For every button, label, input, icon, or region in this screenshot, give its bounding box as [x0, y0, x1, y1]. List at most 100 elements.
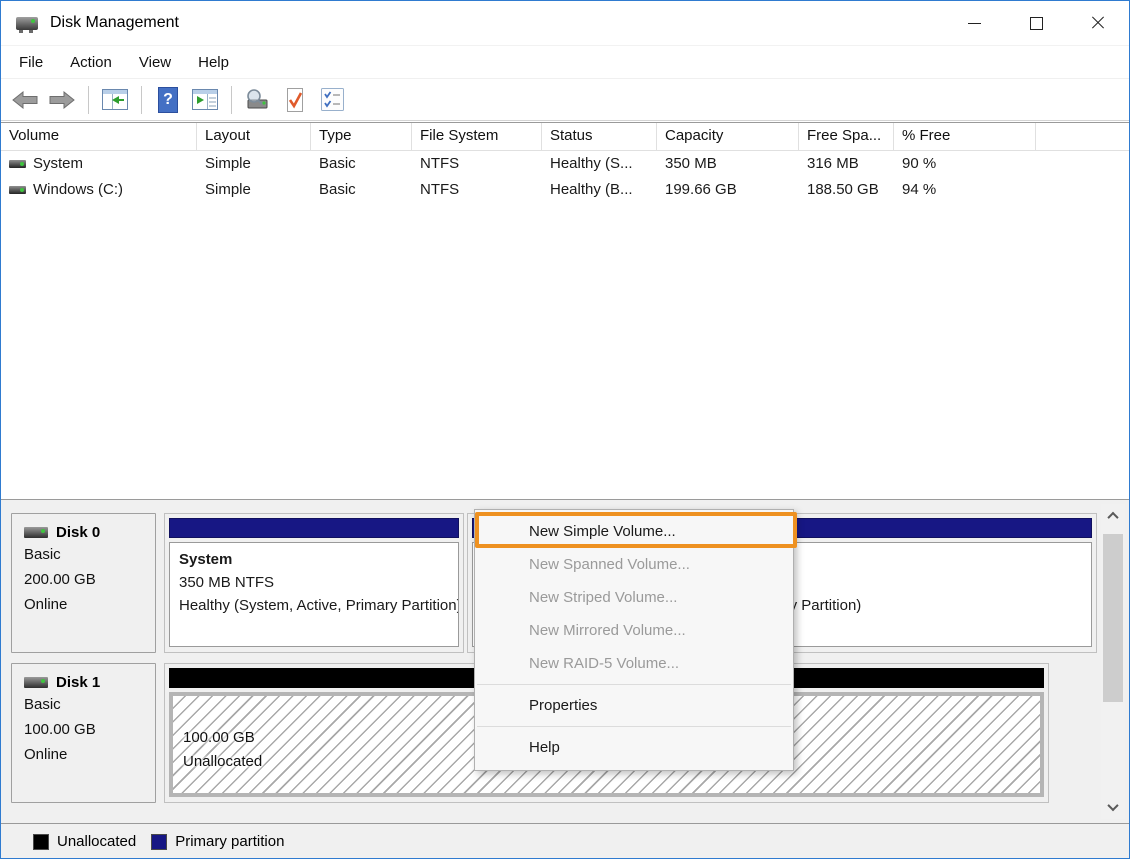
toolbar: ?	[1, 79, 1129, 121]
volume-table-header: Volume Layout Type File System Status Ca…	[1, 123, 1130, 151]
disk1-status: Online	[24, 744, 155, 766]
refresh-disk-icon[interactable]	[244, 86, 272, 114]
pctfree-cell: 94 %	[894, 177, 1036, 203]
chevron-down-icon	[1107, 800, 1118, 811]
column-header-capacity[interactable]: Capacity	[657, 123, 799, 150]
show-action-pane-icon[interactable]	[191, 86, 219, 114]
menu-bar: File Action View Help	[1, 46, 1129, 79]
column-header-filesystem[interactable]: File System	[412, 123, 542, 150]
disk1-kind: Basic	[24, 694, 155, 716]
toolbar-separator	[141, 86, 142, 114]
unallocated-legend-label: Unallocated	[57, 833, 136, 850]
status-cell: Healthy (B...	[542, 177, 657, 203]
vertical-scrollbar[interactable]	[1101, 504, 1125, 819]
column-header-type[interactable]: Type	[311, 123, 412, 150]
disk0-kind: Basic	[24, 544, 155, 566]
toolbar-separator	[231, 86, 232, 114]
menu-item-help[interactable]: Help	[475, 731, 793, 764]
partition-title: System	[179, 549, 449, 571]
freespace-cell: 188.50 GB	[799, 177, 894, 203]
column-header-pctfree[interactable]: % Free	[894, 123, 1036, 150]
column-header-freespace[interactable]: Free Spa...	[799, 123, 894, 150]
volume-row-system[interactable]: System Simple Basic NTFS Healthy (S... 3…	[1, 151, 1130, 177]
disk1-name: Disk 1	[56, 674, 100, 691]
layout-cell: Simple	[197, 177, 311, 203]
minimize-icon	[968, 23, 981, 24]
scroll-down-button[interactable]	[1101, 795, 1125, 819]
menu-item-new-spanned-volume: New Spanned Volume...	[475, 548, 793, 581]
volume-name: System	[33, 151, 83, 177]
filesystem-cell: NTFS	[412, 151, 542, 177]
menu-help[interactable]: Help	[198, 54, 229, 71]
check-document-icon[interactable]	[281, 86, 309, 114]
menu-view[interactable]: View	[139, 54, 171, 71]
column-header-filler	[1036, 123, 1130, 150]
partition-system[interactable]: System 350 MB NTFS Healthy (System, Acti…	[164, 513, 464, 653]
column-header-volume[interactable]: Volume	[1, 123, 197, 150]
window-title: Disk Management	[50, 14, 179, 32]
disk0-status: Online	[24, 594, 155, 616]
freespace-cell: 316 MB	[799, 151, 894, 177]
disk0-name: Disk 0	[56, 524, 100, 541]
primary-partition-band	[169, 518, 459, 538]
volume-row-windows-c[interactable]: Windows (C:) Simple Basic NTFS Healthy (…	[1, 177, 1130, 203]
status-cell: Healthy (S...	[542, 151, 657, 177]
disk1-label-box[interactable]: Disk 1 Basic 100.00 GB Online	[11, 663, 156, 803]
primary-partition-legend-label: Primary partition	[175, 833, 284, 850]
menu-item-new-striped-volume: New Striped Volume...	[475, 581, 793, 614]
close-icon	[1091, 16, 1105, 30]
volume-list-pane: Volume Layout Type File System Status Ca…	[1, 122, 1130, 500]
menu-item-new-simple-volume[interactable]: New Simple Volume...	[475, 515, 793, 548]
show-console-tree-icon[interactable]	[101, 86, 129, 114]
context-menu: New Simple Volume... New Spanned Volume.…	[474, 509, 794, 771]
disk0-label-box[interactable]: Disk 0 Basic 200.00 GB Online	[11, 513, 156, 653]
toolbar-separator	[88, 86, 89, 114]
partition-size: 350 MB NTFS	[179, 571, 449, 594]
filler-cell	[1036, 151, 1130, 177]
scrollbar-thumb[interactable]	[1103, 534, 1123, 702]
type-cell: Basic	[311, 177, 412, 203]
disk0-size: 200.00 GB	[24, 569, 155, 591]
menu-item-new-mirrored-volume: New Mirrored Volume...	[475, 614, 793, 647]
menu-item-properties[interactable]: Properties	[475, 689, 793, 722]
capacity-cell: 199.66 GB	[657, 177, 799, 203]
volume-icon	[9, 186, 26, 194]
back-icon[interactable]	[11, 86, 39, 114]
volume-cell: Windows (C:)	[1, 177, 197, 203]
maximize-icon	[1030, 17, 1043, 30]
menu-separator	[477, 684, 791, 685]
chevron-up-icon	[1107, 512, 1118, 523]
help-icon[interactable]: ?	[154, 86, 182, 114]
scroll-up-button[interactable]	[1101, 504, 1125, 528]
column-header-status[interactable]: Status	[542, 123, 657, 150]
filesystem-cell: NTFS	[412, 177, 542, 203]
help-glyph: ?	[163, 91, 173, 109]
maximize-button[interactable]	[1005, 1, 1067, 46]
volume-icon	[9, 160, 26, 168]
column-header-layout[interactable]: Layout	[197, 123, 311, 150]
filler-cell	[1036, 177, 1130, 203]
forward-icon[interactable]	[48, 86, 76, 114]
pctfree-cell: 90 %	[894, 151, 1036, 177]
disk-management-window: Disk Management File Action View Help	[0, 0, 1130, 859]
capacity-cell: 350 MB	[657, 151, 799, 177]
legend-bar: Unallocated Primary partition	[1, 823, 1130, 859]
menu-action[interactable]: Action	[70, 54, 112, 71]
minimize-button[interactable]	[943, 1, 1005, 46]
app-disk-icon	[16, 17, 38, 30]
unallocated-legend-swatch	[33, 834, 49, 850]
volume-cell: System	[1, 151, 197, 177]
title-bar: Disk Management	[1, 1, 1129, 46]
primary-partition-legend-swatch	[151, 834, 167, 850]
unallocated-size: 100.00 GB	[183, 726, 262, 750]
menu-file[interactable]: File	[19, 54, 43, 71]
menu-item-new-raid5-volume: New RAID-5 Volume...	[475, 647, 793, 680]
graphical-view-pane: Disk 0 Basic 200.00 GB Online System 350…	[1, 500, 1130, 823]
checklist-icon[interactable]	[318, 86, 346, 114]
type-cell: Basic	[311, 151, 412, 177]
window-controls	[943, 1, 1129, 46]
disk-icon	[24, 527, 48, 538]
layout-cell: Simple	[197, 151, 311, 177]
disk1-size: 100.00 GB	[24, 719, 155, 741]
close-button[interactable]	[1067, 1, 1129, 46]
